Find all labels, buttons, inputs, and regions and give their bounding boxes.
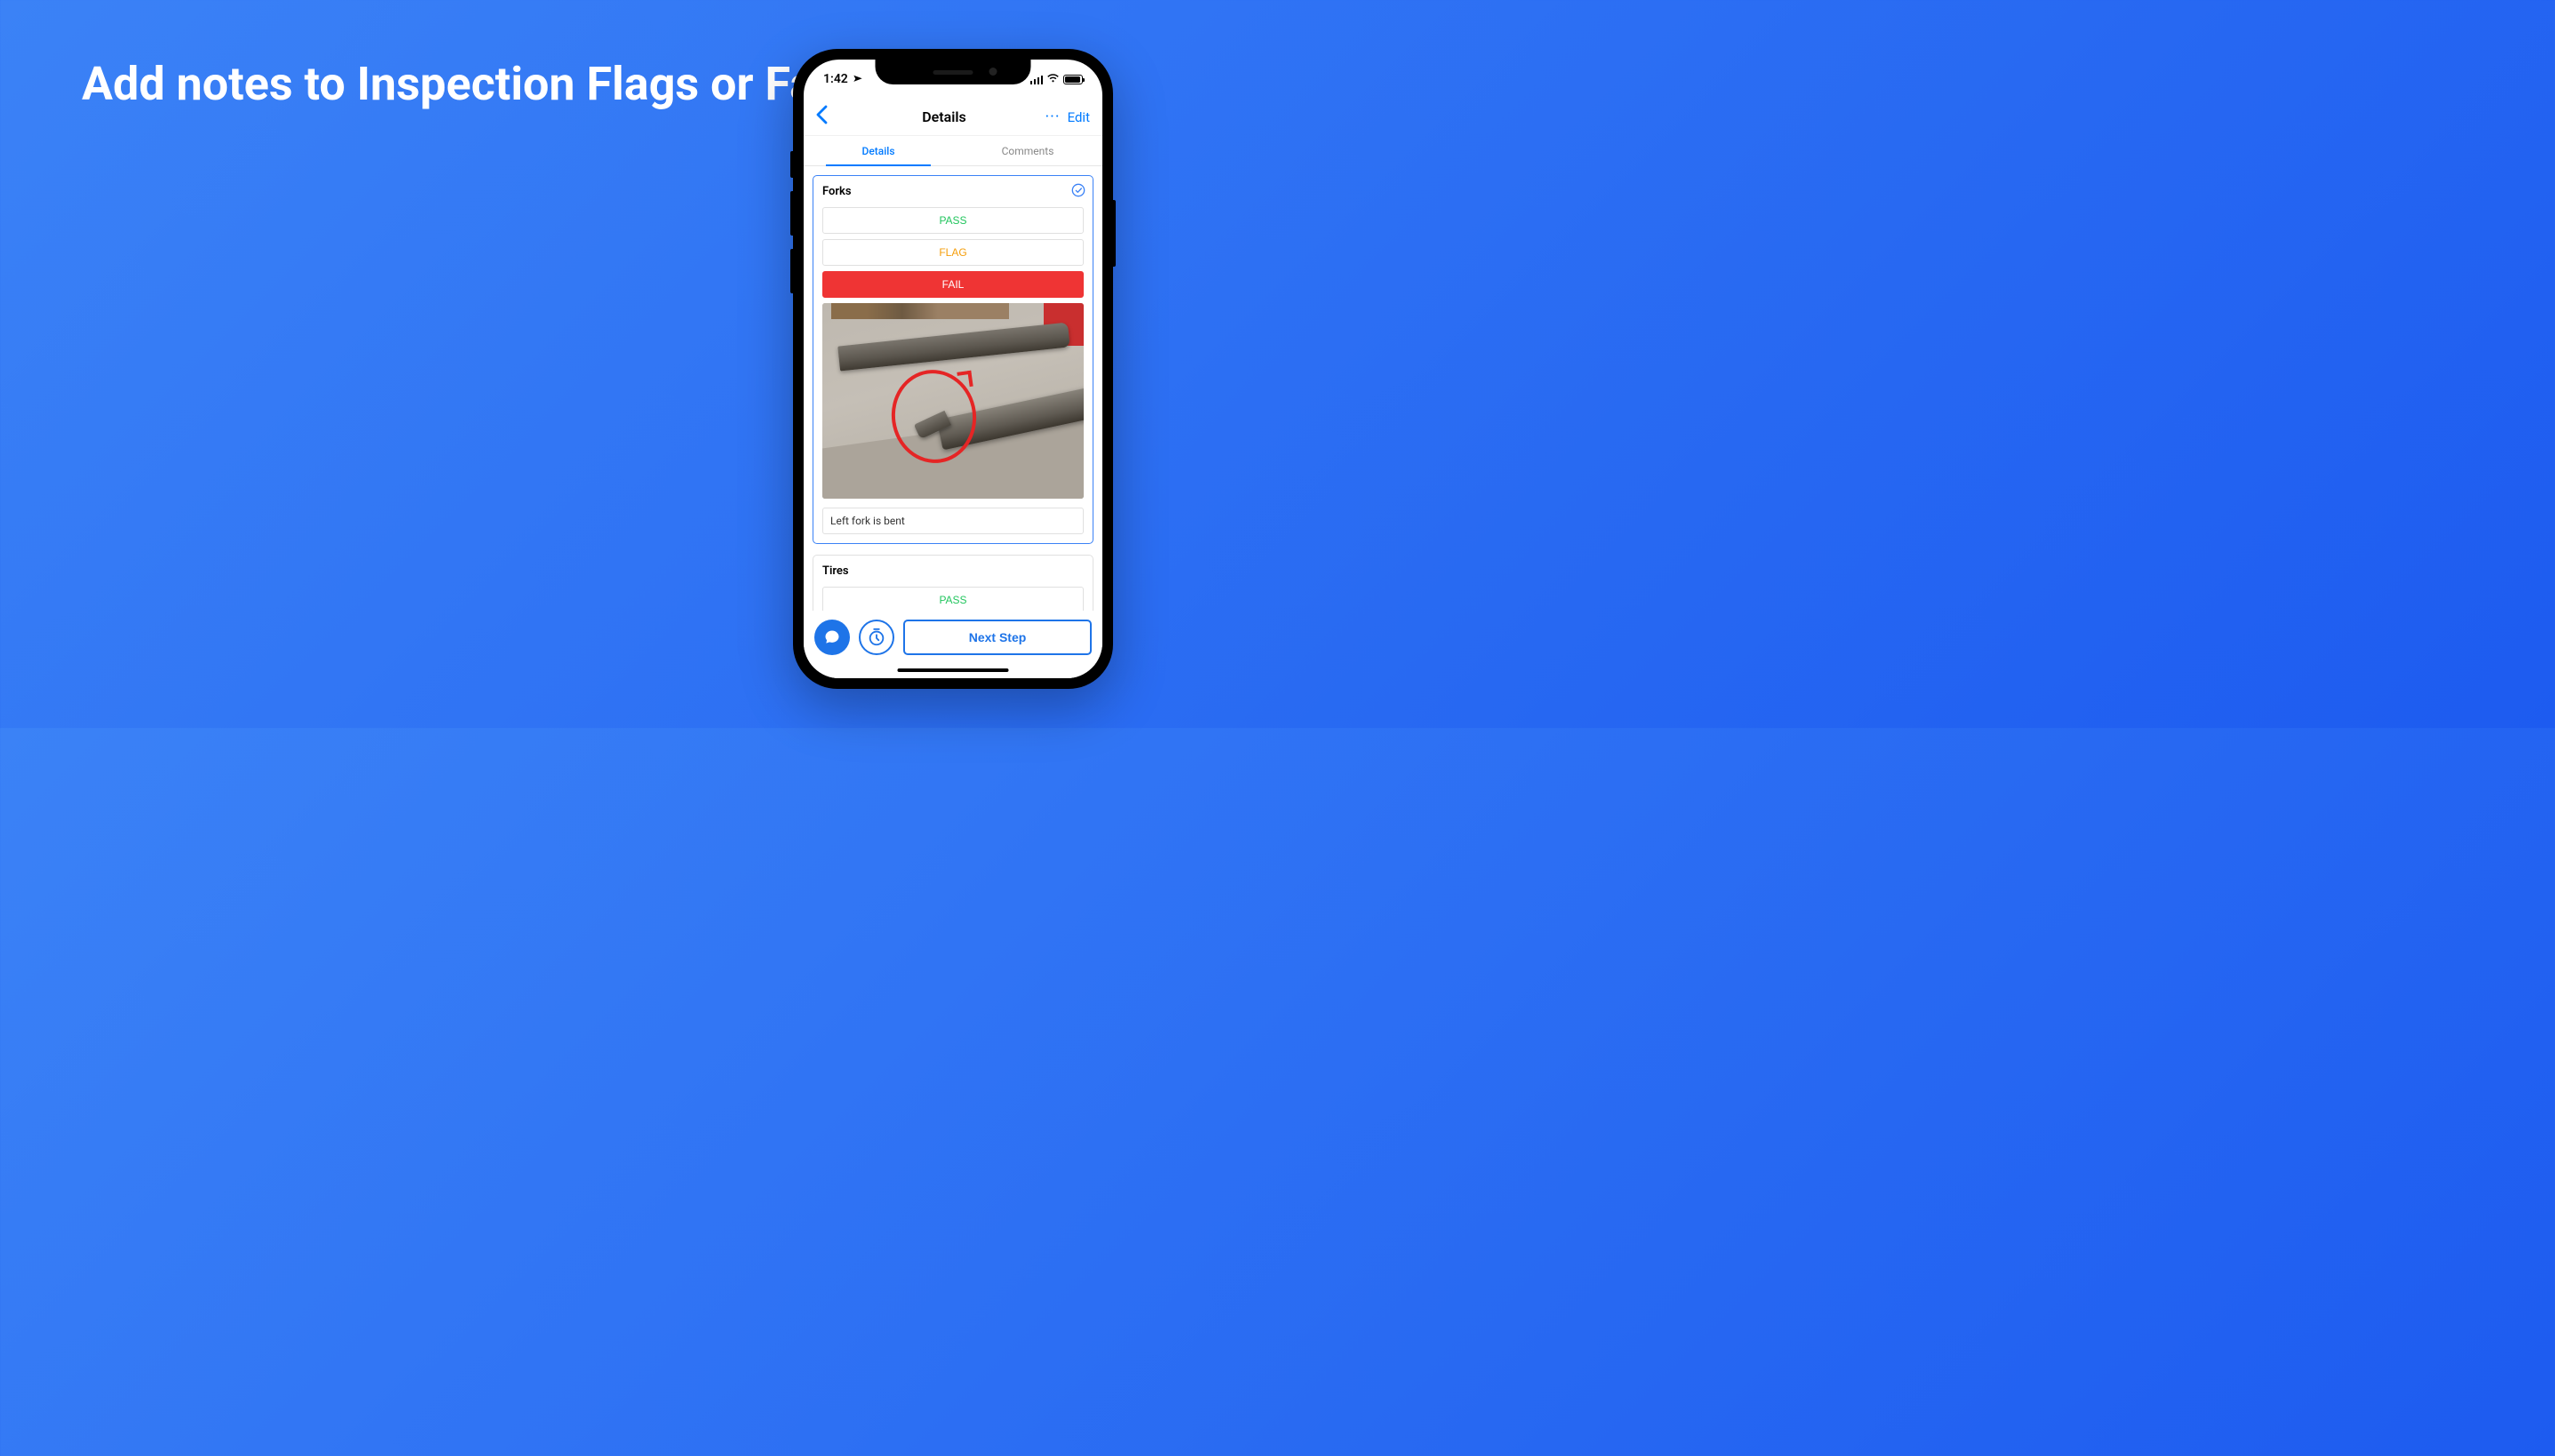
note-input-forks[interactable]: Left fork is bent	[822, 508, 1084, 534]
edit-button[interactable]: Edit	[1068, 109, 1090, 125]
timer-icon	[867, 628, 886, 647]
chat-icon	[823, 628, 841, 646]
tab-details[interactable]: Details	[804, 136, 953, 165]
fail-button-forks[interactable]: FAIL	[822, 271, 1084, 298]
more-menu-button[interactable]: ···	[1045, 108, 1060, 126]
content-scroll[interactable]: Forks PASS FLAG FAIL Left fork is bent	[804, 166, 1102, 611]
phone-frame: 1:42 Details	[793, 49, 1113, 689]
flag-button-forks[interactable]: FLAG	[822, 239, 1084, 266]
tab-comments[interactable]: Comments	[953, 136, 1102, 165]
cellular-signal-icon	[1030, 75, 1044, 84]
tabs: Details Comments	[804, 136, 1102, 166]
wifi-icon	[1046, 72, 1060, 86]
pass-button-tires[interactable]: PASS	[822, 587, 1084, 611]
pass-button-forks[interactable]: PASS	[822, 207, 1084, 234]
back-button[interactable]	[816, 104, 852, 131]
nav-bar: Details ··· Edit	[804, 99, 1102, 136]
card-title-forks: Forks	[822, 185, 1084, 198]
card-check-icon	[1071, 183, 1085, 197]
phone-power-button	[1113, 200, 1116, 267]
phone-screen: 1:42 Details	[804, 60, 1102, 678]
phone-volume-down	[790, 249, 793, 293]
timer-button[interactable]	[859, 620, 894, 655]
inspection-card-tires: Tires PASS	[813, 555, 1093, 611]
inspection-card-forks: Forks PASS FLAG FAIL Left fork is bent	[813, 175, 1093, 544]
status-time: 1:42	[823, 72, 848, 86]
phone-notch	[876, 60, 1031, 84]
next-step-button[interactable]: Next Step	[903, 620, 1092, 655]
card-title-tires: Tires	[822, 564, 1084, 578]
phone-volume-up	[790, 191, 793, 236]
nav-title: Details	[922, 108, 966, 125]
location-arrow-icon	[847, 71, 863, 87]
chat-button[interactable]	[814, 620, 850, 655]
inspection-photo[interactable]	[822, 303, 1084, 499]
battery-icon	[1063, 75, 1083, 84]
home-indicator[interactable]	[898, 668, 1009, 672]
phone-silence-switch	[790, 151, 793, 178]
